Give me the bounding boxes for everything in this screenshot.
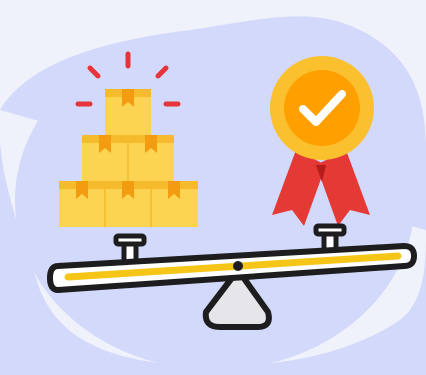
box-bottom-1	[59, 181, 105, 227]
illustration-canvas	[0, 16, 426, 375]
illustration	[0, 0, 426, 375]
box-top	[105, 89, 151, 135]
box-bottom-3	[151, 181, 198, 227]
box-bottom-2	[105, 181, 151, 227]
box-middle-1	[82, 135, 128, 181]
box-middle-2	[128, 135, 174, 181]
medal-inner	[284, 70, 360, 146]
